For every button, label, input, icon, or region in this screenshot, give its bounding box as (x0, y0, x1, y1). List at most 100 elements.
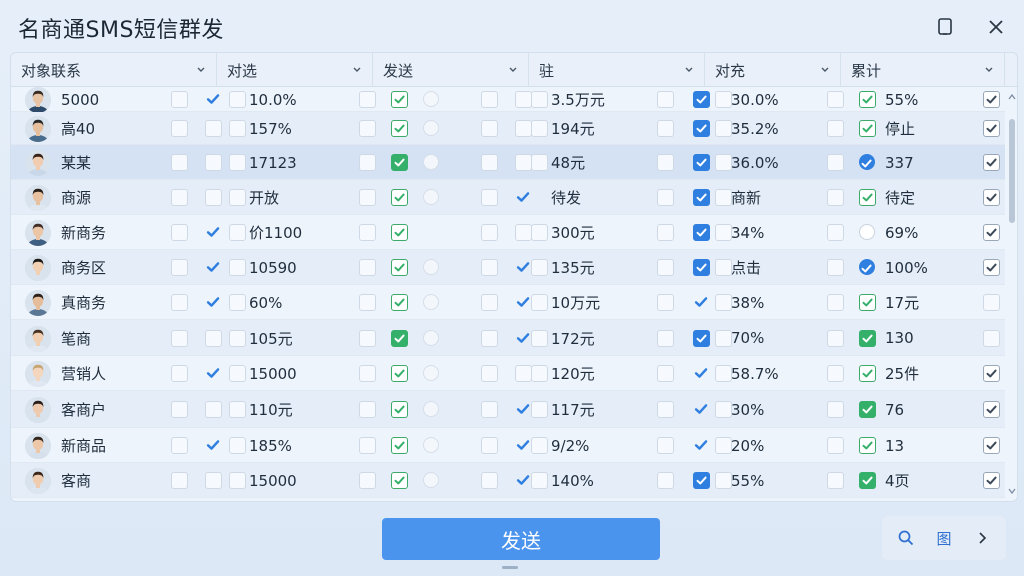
col2-checkbox[interactable] (359, 91, 376, 108)
col2-checkbox[interactable] (359, 365, 376, 382)
table-row[interactable]: 笔商 105元 172元 70% 130 (11, 320, 1005, 356)
row-select-checkbox[interactable] (171, 294, 188, 311)
col4c-checkbox[interactable] (657, 224, 674, 241)
col4b-checkbox[interactable] (531, 294, 548, 311)
col1-check-icon[interactable] (205, 91, 221, 107)
column-header-4[interactable]: 驻 (529, 53, 705, 87)
total-radio[interactable] (859, 224, 875, 240)
send-option-radio[interactable] (423, 91, 439, 107)
column-header-3[interactable]: 发送 (373, 53, 529, 87)
row-end-checkbox-checked[interactable] (983, 120, 1000, 137)
recharge-check-icon[interactable] (693, 401, 709, 417)
sort-chevron-icon[interactable] (820, 64, 830, 74)
col1-checkbox[interactable] (205, 120, 222, 137)
col3-checkbox[interactable] (481, 120, 498, 137)
total-radio-selected[interactable] (859, 154, 875, 170)
scroll-down-icon[interactable] (1008, 487, 1016, 495)
col3-checkbox[interactable] (481, 401, 498, 418)
col4c-checkbox[interactable] (657, 294, 674, 311)
col5-checkbox[interactable] (715, 259, 732, 276)
table-row[interactable]: 商务区 10590 135元 点击 100% (11, 250, 1005, 285)
col4b-checkbox[interactable] (531, 91, 548, 108)
row-end-checkbox-checked[interactable] (983, 154, 1000, 171)
col3-checkbox[interactable] (481, 330, 498, 347)
table-row[interactable]: 新商务 价1100 300元 34% 69% (11, 215, 1005, 250)
col3-checkbox[interactable] (481, 91, 498, 108)
col5-checkbox[interactable] (715, 154, 732, 171)
col1-checkbox[interactable] (205, 189, 222, 206)
col4b-checkbox[interactable] (531, 154, 548, 171)
col1b-checkbox[interactable] (229, 365, 246, 382)
send-checkbox-checked[interactable] (391, 401, 408, 418)
col2-checkbox[interactable] (359, 330, 376, 347)
send-checkbox-checked[interactable] (391, 437, 408, 454)
col1-checkbox[interactable] (205, 154, 222, 171)
col4b-checkbox[interactable] (531, 365, 548, 382)
recharge-checkbox-checked[interactable] (693, 91, 710, 108)
send-checkbox-checked[interactable] (391, 120, 408, 137)
col1-check-icon[interactable] (205, 294, 221, 310)
col5b-checkbox[interactable] (827, 401, 844, 418)
col1b-checkbox[interactable] (229, 437, 246, 454)
col4b-checkbox[interactable] (531, 401, 548, 418)
col5b-checkbox[interactable] (827, 154, 844, 171)
col2-checkbox[interactable] (359, 259, 376, 276)
col4c-checkbox[interactable] (657, 259, 674, 276)
column-header-2[interactable]: 对选 (217, 53, 373, 87)
col5b-checkbox[interactable] (827, 330, 844, 347)
col5-checkbox[interactable] (715, 120, 732, 137)
table-row[interactable]: 真商务 60% 10万元 38% 17元 (11, 285, 1005, 320)
scroll-up-icon[interactable] (1008, 93, 1016, 101)
col4b-checkbox[interactable] (531, 330, 548, 347)
col1-checkbox[interactable] (205, 401, 222, 418)
col2-checkbox[interactable] (359, 189, 376, 206)
scroll-thumb[interactable] (1009, 119, 1015, 223)
col1b-checkbox[interactable] (229, 154, 246, 171)
recharge-checkbox-checked[interactable] (693, 259, 710, 276)
row-select-checkbox[interactable] (171, 91, 188, 108)
col1b-checkbox[interactable] (229, 330, 246, 347)
recharge-checkbox-checked[interactable] (693, 189, 710, 206)
col5-checkbox[interactable] (715, 224, 732, 241)
col5b-checkbox[interactable] (827, 91, 844, 108)
col4c-checkbox[interactable] (657, 365, 674, 382)
column-header-5[interactable]: 对充 (705, 53, 841, 87)
table-row[interactable]: 营销人 15000 120元 58.7% 25件 (11, 356, 1005, 391)
sort-chevron-icon[interactable] (196, 64, 206, 74)
row-select-checkbox[interactable] (171, 120, 188, 137)
col2-checkbox[interactable] (359, 154, 376, 171)
col1-checkbox[interactable] (205, 330, 222, 347)
col1-check-icon[interactable] (205, 365, 221, 381)
table-row[interactable]: 客商户 110元 117元 30% 76 (11, 391, 1005, 428)
next-button[interactable] (968, 524, 996, 552)
recharge-checkbox-checked[interactable] (693, 224, 710, 241)
col4c-checkbox[interactable] (657, 189, 674, 206)
col1b-checkbox[interactable] (229, 259, 246, 276)
col3-checkbox[interactable] (481, 437, 498, 454)
recharge-checkbox-checked[interactable] (693, 330, 710, 347)
col1b-checkbox[interactable] (229, 91, 246, 108)
col4c-checkbox[interactable] (657, 472, 674, 489)
sort-chevron-icon[interactable] (352, 64, 362, 74)
col5-checkbox[interactable] (715, 401, 732, 418)
col5-checkbox[interactable] (715, 472, 732, 489)
table-row[interactable]: 某某 17123 48元 36.0% 337 (11, 145, 1005, 180)
send-checkbox-checked[interactable] (391, 259, 408, 276)
col4b-checkbox[interactable] (531, 437, 548, 454)
col4-checkbox[interactable] (515, 365, 532, 382)
col4b-checkbox[interactable] (531, 259, 548, 276)
send-checkbox-checked[interactable] (391, 472, 408, 489)
col4c-checkbox[interactable] (657, 154, 674, 171)
col4-check-icon[interactable] (515, 472, 531, 488)
col3-checkbox[interactable] (481, 154, 498, 171)
col1b-checkbox[interactable] (229, 294, 246, 311)
table-row[interactable]: 商源 开放 待发 商新 待定 (11, 180, 1005, 215)
col4c-checkbox[interactable] (657, 437, 674, 454)
total-checkbox-checked[interactable] (859, 472, 876, 489)
close-button[interactable] (981, 12, 1011, 42)
image-button[interactable]: 图 (930, 524, 958, 552)
row-select-checkbox[interactable] (171, 401, 188, 418)
table-row[interactable]: 新商品 185% 9/2% 20% 13 (11, 428, 1005, 463)
row-select-checkbox[interactable] (171, 224, 188, 241)
col4b-checkbox[interactable] (531, 472, 548, 489)
